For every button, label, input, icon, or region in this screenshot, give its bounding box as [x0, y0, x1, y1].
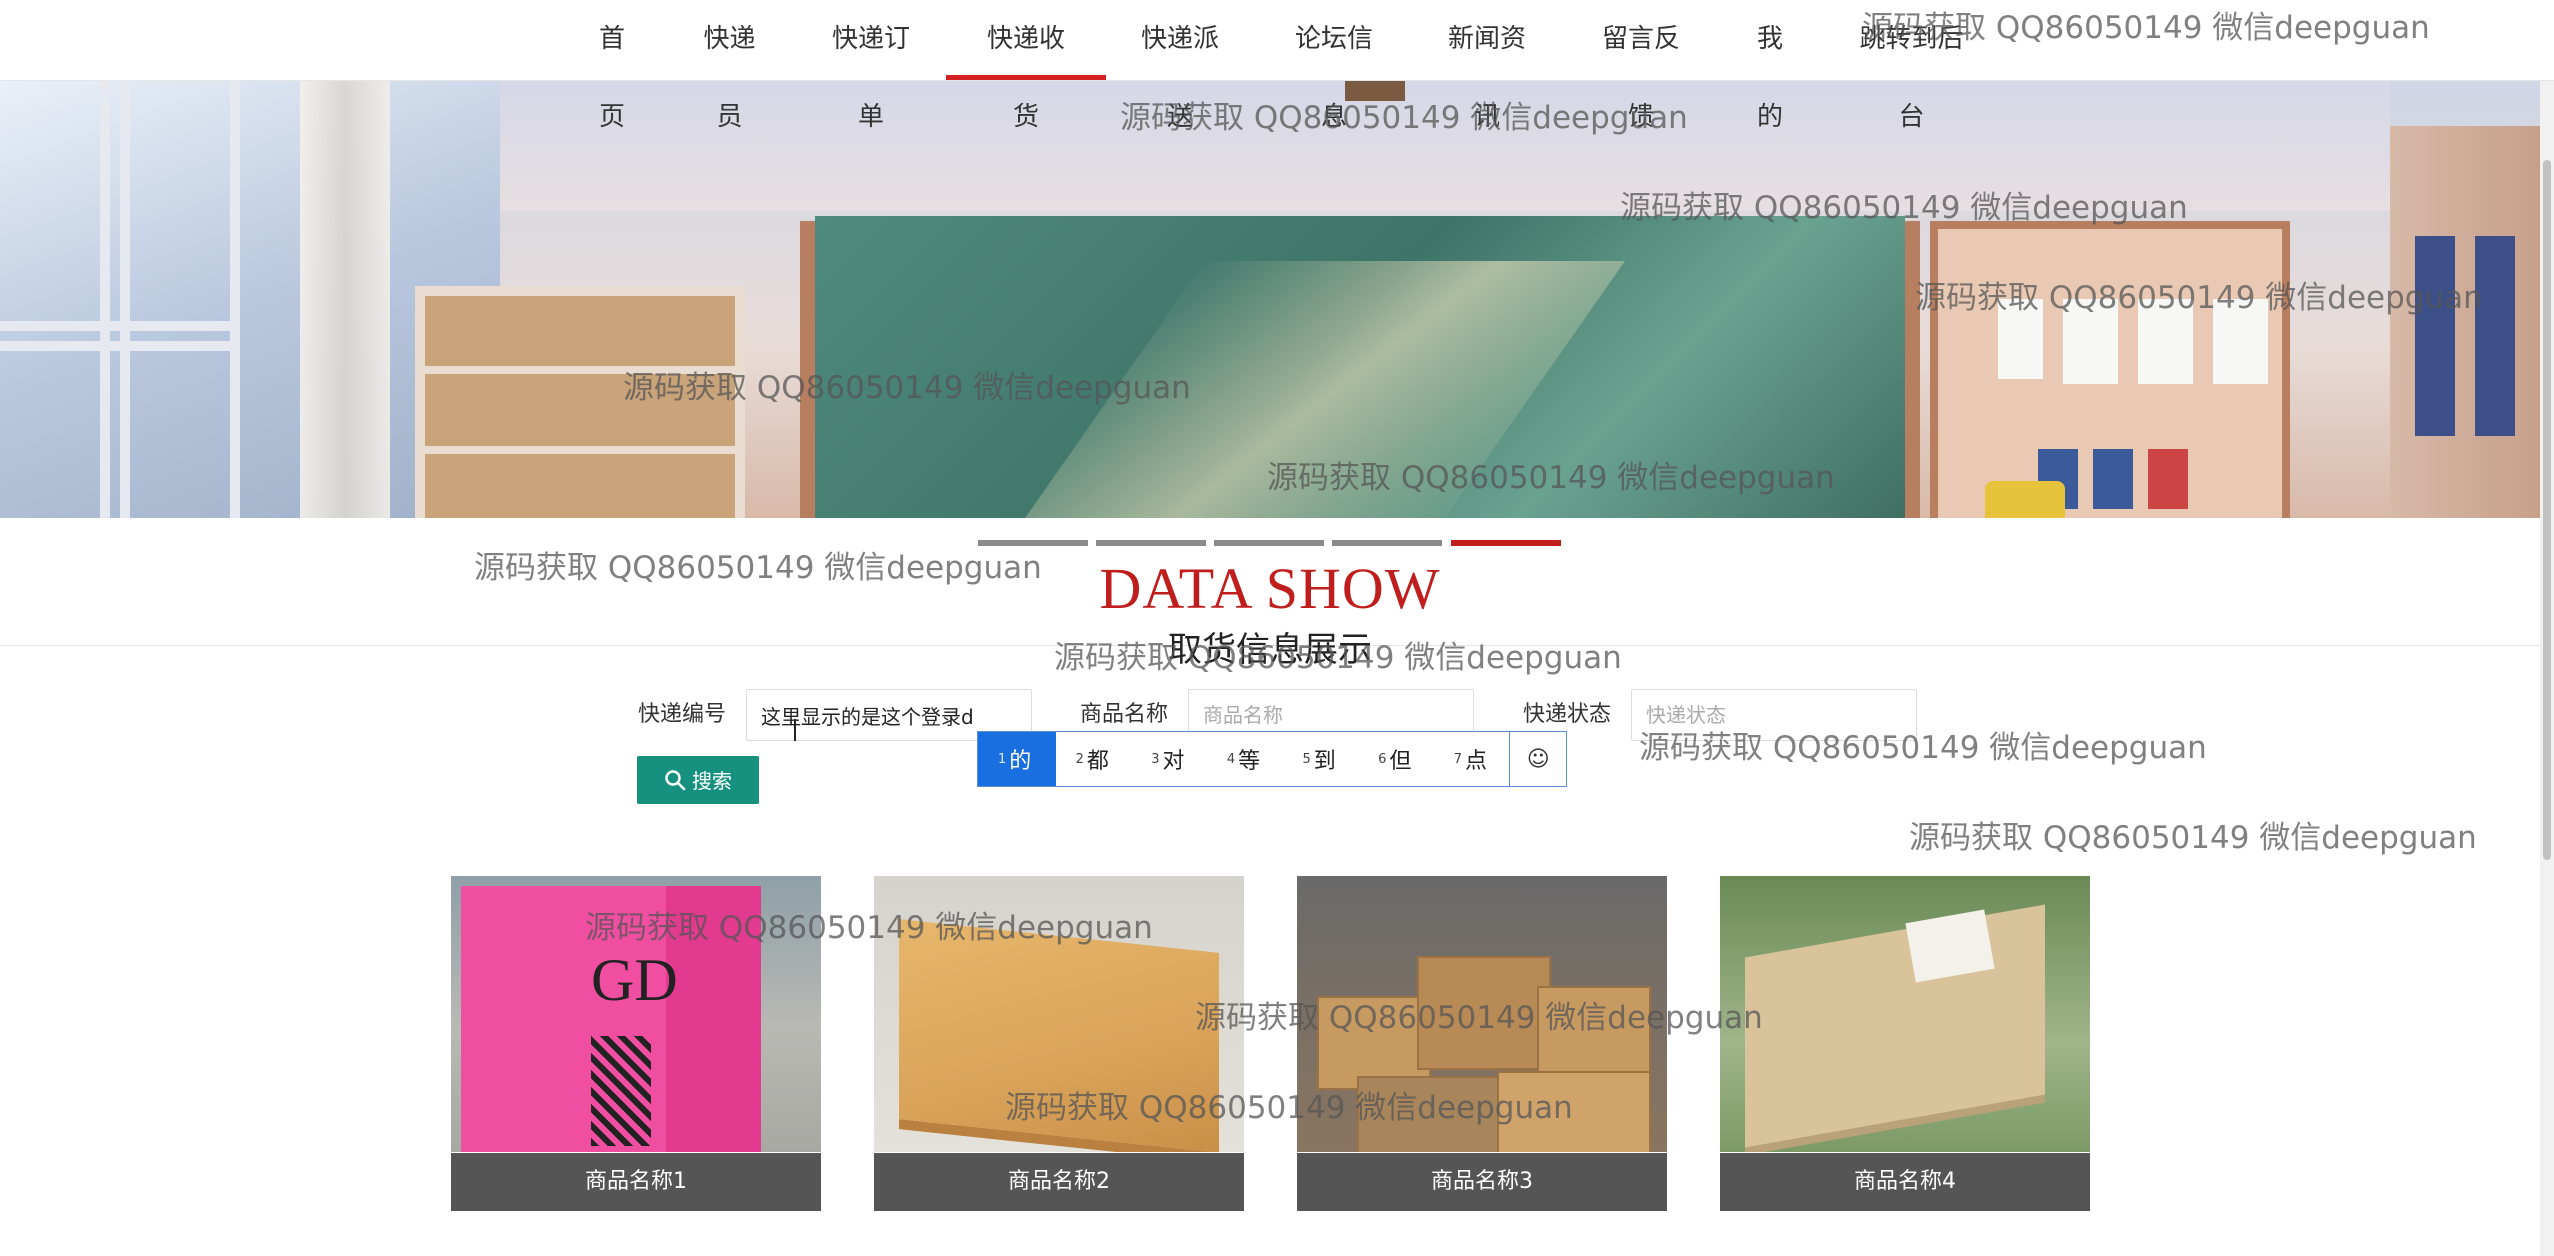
carousel-indicator-2[interactable]	[1096, 540, 1206, 546]
ime-candidate-3[interactable]: 3对	[1131, 732, 1207, 786]
ime-candidate-bar: 1的 2都 3对 4等 5到 6但 7点 ☺	[977, 731, 1567, 787]
emoji-icon[interactable]: ☺	[1509, 732, 1566, 786]
nav-item-orders[interactable]: 快递订单	[821, 0, 921, 132]
nav-item-mine[interactable]: 我的	[1745, 0, 1795, 132]
scrollbar-thumb[interactable]	[2543, 160, 2551, 860]
banner-carousel-image	[0, 81, 2540, 518]
product-name-4: 商品名称4	[1720, 1153, 2090, 1211]
search-button[interactable]: 搜索	[637, 756, 759, 804]
nav-item-delivery[interactable]: 快递派送	[1130, 0, 1230, 132]
carousel-indicator-1[interactable]	[978, 540, 1088, 546]
product-card-3[interactable]: 商品名称3	[1297, 876, 1667, 1212]
ime-candidate-4[interactable]: 4等	[1207, 732, 1283, 786]
section-title-cn: 取货信息展示	[1168, 630, 1372, 670]
carousel-indicator-3[interactable]	[1214, 540, 1324, 546]
carousel-indicator-5[interactable]	[1451, 540, 1561, 546]
search-icon	[664, 769, 686, 796]
product-name-2: 商品名称2	[874, 1153, 1244, 1211]
product-image-3	[1297, 876, 1667, 1152]
product-card-1[interactable]: GD 商品名称1	[451, 876, 821, 1212]
section-title-en: DATA SHOW	[1099, 556, 1441, 621]
nav-item-feedback[interactable]: 留言反馈	[1591, 0, 1691, 132]
ime-candidate-6[interactable]: 6但	[1358, 732, 1434, 786]
product-image-1: GD	[451, 876, 821, 1152]
product-card-4[interactable]: 商品名称4	[1720, 876, 2090, 1212]
nav-item-courier[interactable]: 快递员	[692, 0, 767, 132]
product-name-1: 商品名称1	[451, 1153, 821, 1211]
search-button-label: 搜索	[692, 768, 732, 793]
ime-candidate-1[interactable]: 1的	[978, 732, 1056, 786]
nav-item-pickup[interactable]: 快递收货	[946, 0, 1106, 132]
nav-item-news[interactable]: 新闻资讯	[1437, 0, 1537, 132]
product-image-4	[1720, 876, 2090, 1152]
ime-candidate-5[interactable]: 5到	[1282, 732, 1358, 786]
nav-item-home[interactable]: 首页	[587, 0, 637, 132]
status-input[interactable]	[1631, 689, 1917, 741]
text-cursor	[794, 719, 796, 741]
product-image-2	[874, 876, 1244, 1152]
top-nav: 首页 快递员 快递订单 快递收货 快递派送 论坛信息 新闻资讯 留言反馈 我的 …	[0, 0, 2554, 132]
carousel-indicator-4[interactable]	[1332, 540, 1442, 546]
tracking-number-label: 快递编号	[638, 702, 727, 727]
watermark: 源码获取 QQ86050149 微信deepguan	[1909, 820, 2477, 856]
status-label: 快递状态	[1523, 702, 1612, 727]
nav-item-admin[interactable]: 跳转到后台	[1849, 0, 1974, 132]
ime-candidate-2[interactable]: 2都	[1056, 732, 1132, 786]
nav-item-forum[interactable]: 论坛信息	[1284, 0, 1384, 132]
product-card-2[interactable]: 商品名称2	[874, 876, 1244, 1212]
product-name-3: 商品名称3	[1297, 1153, 1667, 1211]
ime-candidate-7[interactable]: 7点	[1434, 732, 1510, 786]
goods-name-label: 商品名称	[1080, 702, 1169, 727]
